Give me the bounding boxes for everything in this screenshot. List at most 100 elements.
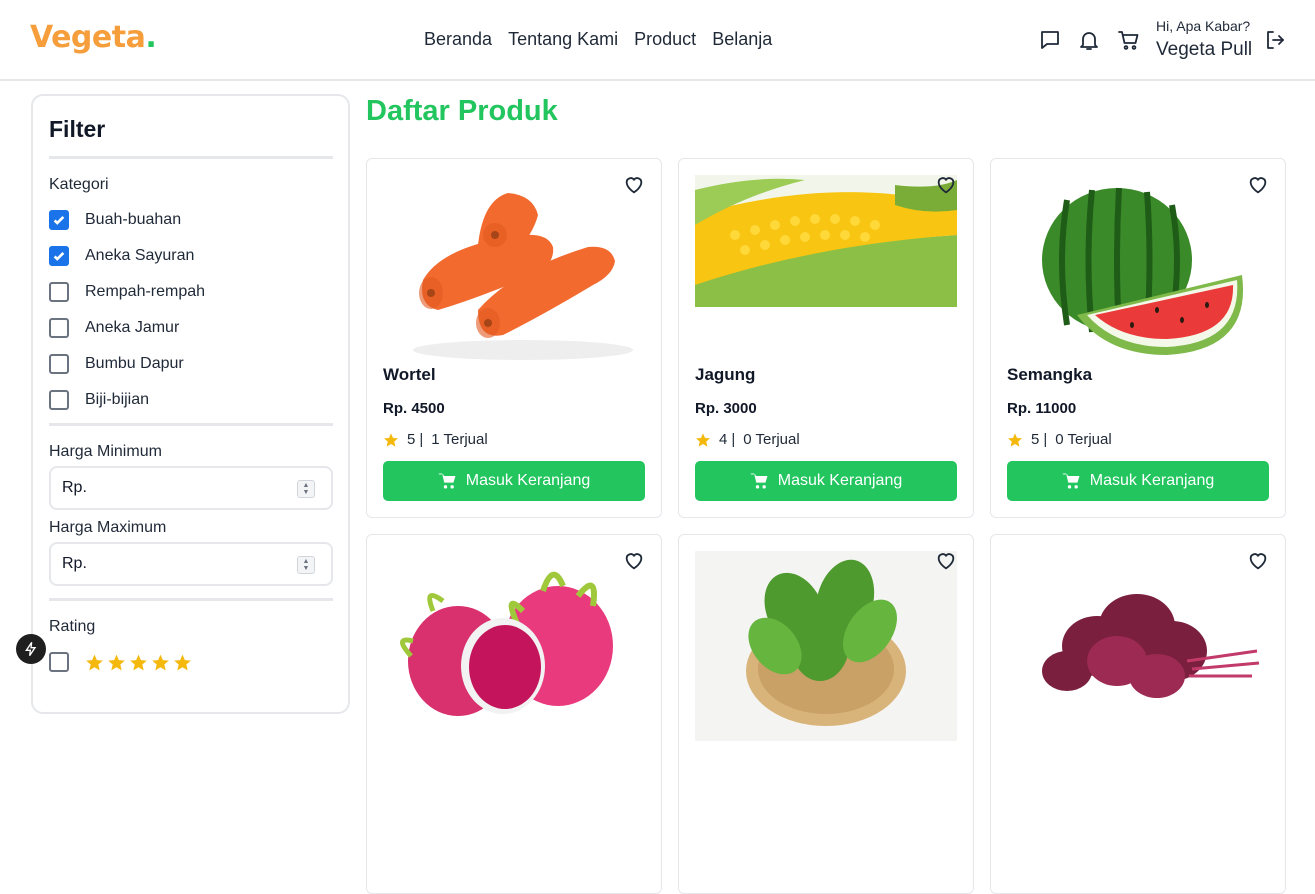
product-card-semangka[interactable]: Semangka Rp. 11000 5 | 0 Terjual Masuk K…: [990, 158, 1286, 518]
category-item-rempah-rempah[interactable]: Rempah-rempah: [49, 281, 205, 303]
min-price-label: Harga Minimum: [49, 443, 162, 460]
checkbox-checked[interactable]: [49, 210, 69, 230]
divider: [49, 598, 333, 601]
product-meta: 4 | 0 Terjual: [695, 431, 800, 448]
min-price-placeholder: Rp.: [62, 479, 87, 496]
product-name[interactable]: Wortel: [383, 365, 436, 385]
brand-logo[interactable]: Vegeta.: [30, 20, 157, 55]
product-card-red-spinach[interactable]: [990, 534, 1286, 894]
page-title: Daftar Produk: [366, 95, 558, 127]
category-item-buah-buahan[interactable]: Buah-buahan: [49, 209, 181, 231]
star-icon: [173, 653, 192, 672]
checkbox[interactable]: [49, 282, 69, 302]
product-rating: 4: [719, 431, 728, 448]
product-name[interactable]: Jagung: [695, 365, 755, 385]
product-card-wortel[interactable]: Wortel Rp. 4500 5 | 1 Terjual Masuk Kera…: [366, 158, 662, 518]
logo-dot: .: [145, 20, 157, 55]
category-label-text: Bumbu Dapur: [85, 355, 184, 372]
product-card-jagung[interactable]: Jagung Rp. 3000 4 | 0 Terjual Masuk Kera…: [678, 158, 974, 518]
logout-icon[interactable]: [1263, 28, 1287, 52]
product-card-dragon-fruit[interactable]: [366, 534, 662, 894]
product-price: Rp. 11000: [1007, 400, 1077, 417]
star-icon: [151, 653, 170, 672]
number-stepper-icon[interactable]: ▲ ▼: [297, 480, 315, 498]
product-image-corn[interactable]: [695, 175, 957, 365]
checkbox[interactable]: [49, 354, 69, 374]
filter-title: Filter: [49, 116, 106, 142]
max-price-placeholder: Rp.: [62, 555, 87, 572]
username[interactable]: Vegeta Pull: [1156, 39, 1252, 61]
wishlist-heart-icon[interactable]: [623, 174, 645, 196]
bell-icon[interactable]: [1077, 28, 1101, 52]
greeting-text: Hi, Apa Kabar?: [1156, 18, 1251, 34]
star-icon: [383, 432, 399, 448]
product-image-watermelon[interactable]: [1007, 175, 1269, 365]
product-meta: 5 | 0 Terjual: [1007, 431, 1112, 448]
meta-separator: |: [731, 431, 736, 448]
min-price-input[interactable]: Rp. ▲ ▼: [49, 466, 333, 510]
cart-add-icon: [750, 473, 768, 489]
product-sold: 0 Terjual: [743, 431, 800, 448]
chat-icon[interactable]: [1038, 28, 1062, 52]
wishlist-heart-icon[interactable]: [935, 174, 957, 196]
add-to-cart-button[interactable]: Masuk Keranjang: [383, 461, 645, 501]
product-image-carrot[interactable]: [383, 175, 645, 365]
nav-tentang-kami[interactable]: Tentang Kami: [508, 29, 618, 50]
divider: [49, 156, 333, 159]
star-icon: [129, 653, 148, 672]
product-card-greens[interactable]: [678, 534, 974, 894]
product-sold: 0 Terjual: [1055, 431, 1112, 448]
wishlist-heart-icon[interactable]: [1247, 174, 1269, 196]
star-icon: [107, 653, 126, 672]
product-price: Rp. 4500: [383, 400, 445, 417]
checkbox[interactable]: [49, 318, 69, 338]
cart-add-icon: [1062, 473, 1080, 489]
wishlist-heart-icon[interactable]: [935, 550, 957, 572]
rating-label: Rating: [49, 618, 96, 635]
meta-separator: |: [419, 431, 424, 448]
product-image-greens[interactable]: [695, 551, 957, 741]
star-icon: [1007, 432, 1023, 448]
nav-product[interactable]: Product: [634, 29, 696, 50]
wishlist-heart-icon[interactable]: [623, 550, 645, 572]
cart-add-icon: [438, 473, 456, 489]
meta-separator: |: [1043, 431, 1048, 448]
star-icon: [695, 432, 711, 448]
checkbox[interactable]: [49, 390, 69, 410]
product-name[interactable]: Semangka: [1007, 365, 1092, 385]
category-label-text: Aneka Sayuran: [85, 247, 195, 264]
nav-beranda[interactable]: Beranda: [424, 29, 492, 50]
top-header: Vegeta. Beranda Tentang Kami Product Bel…: [0, 0, 1315, 81]
filter-sidebar: Filter Kategori Buah-buahan Aneka Sayura…: [31, 94, 350, 714]
category-label-text: Biji-bijian: [85, 391, 150, 408]
product-rating: 5: [1031, 431, 1040, 448]
category-label-text: Rempah-rempah: [85, 283, 206, 300]
star-icon: [85, 653, 104, 672]
category-label-text: Aneka Jamur: [85, 319, 180, 336]
add-to-cart-button[interactable]: Masuk Keranjang: [695, 461, 957, 501]
product-image-red-spinach[interactable]: [1007, 551, 1269, 741]
product-meta: 5 | 1 Terjual: [383, 431, 488, 448]
main-nav: Beranda Tentang Kami Product Belanja: [424, 29, 772, 50]
cart-icon[interactable]: [1117, 28, 1141, 52]
category-item-biji-bijian[interactable]: Biji-bijian: [49, 389, 149, 411]
add-to-cart-label: Masuk Keranjang: [465, 472, 591, 489]
rating-option-5[interactable]: [49, 652, 195, 672]
category-item-aneka-sayuran[interactable]: Aneka Sayuran: [49, 245, 194, 267]
category-label-text: Buah-buahan: [85, 211, 182, 228]
product-image-dragon-fruit[interactable]: [383, 551, 645, 741]
max-price-label: Harga Maximum: [49, 519, 167, 536]
checkbox-checked[interactable]: [49, 246, 69, 266]
divider: [49, 423, 333, 426]
product-sold: 1 Terjual: [431, 431, 488, 448]
add-to-cart-label: Masuk Keranjang: [1089, 472, 1215, 489]
category-item-aneka-jamur[interactable]: Aneka Jamur: [49, 317, 179, 339]
nav-belanja[interactable]: Belanja: [712, 29, 772, 50]
add-to-cart-button[interactable]: Masuk Keranjang: [1007, 461, 1269, 501]
number-stepper-icon[interactable]: ▲ ▼: [297, 556, 315, 574]
max-price-input[interactable]: Rp. ▲ ▼: [49, 542, 333, 586]
bolt-icon[interactable]: [16, 634, 46, 664]
wishlist-heart-icon[interactable]: [1247, 550, 1269, 572]
category-item-bumbu-dapur[interactable]: Bumbu Dapur: [49, 353, 184, 375]
checkbox[interactable]: [49, 652, 69, 672]
